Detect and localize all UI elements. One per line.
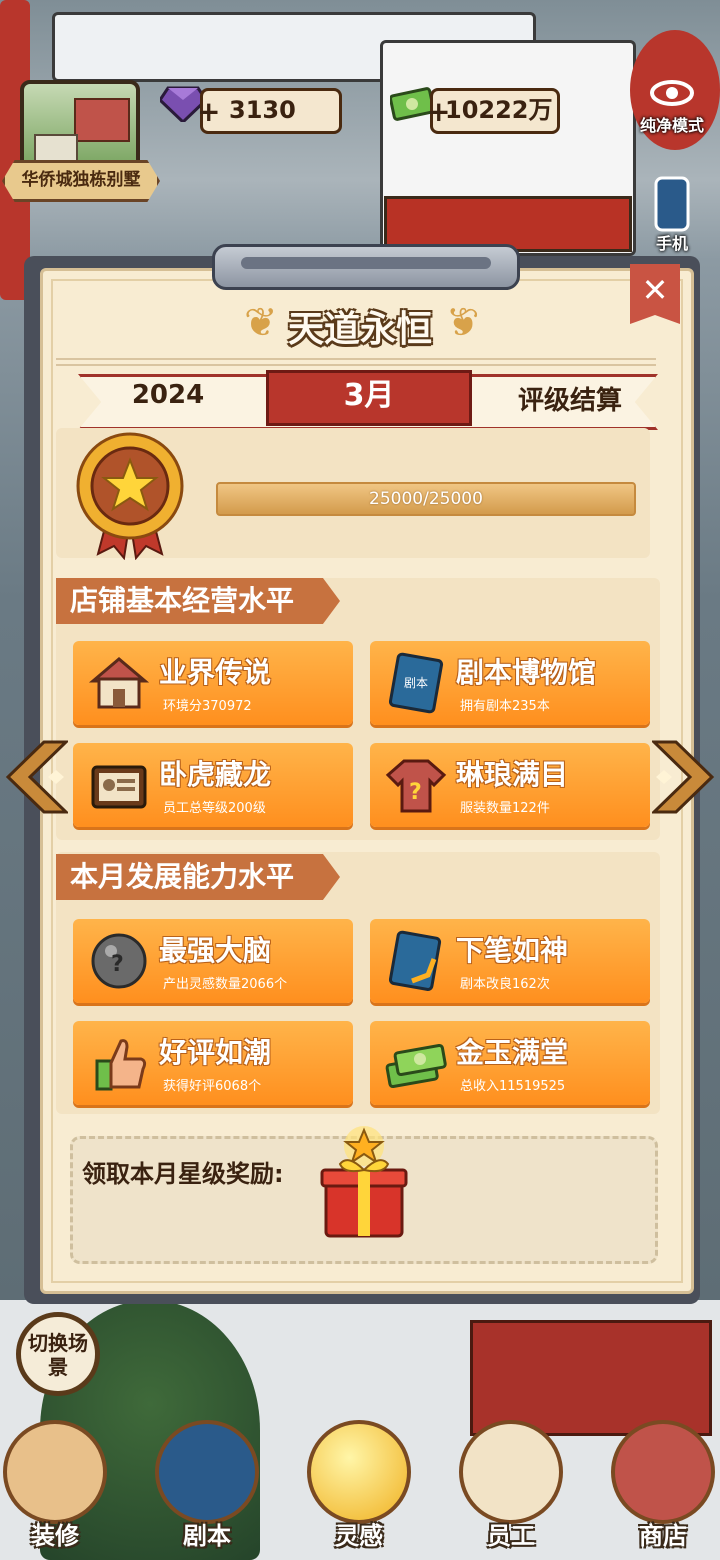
staff-button[interactable]: 员工 [456, 1420, 566, 1550]
pure-mode-button[interactable]: 纯净模式 [630, 78, 714, 136]
script-upgrade-icon [388, 930, 442, 991]
next-arrow-icon[interactable] [652, 740, 716, 814]
thumbs-up-icon [95, 1039, 147, 1091]
achievement-card[interactable]: ? 琳琅满目 服装数量122件 [370, 743, 650, 827]
section-monthly-development-title: 本月发展能力水平 [56, 854, 340, 900]
achievement-name: 业界传说 [159, 656, 272, 689]
store-icon [611, 1420, 715, 1524]
divider [56, 364, 656, 366]
divider [56, 358, 656, 360]
close-button[interactable]: ✕ [630, 264, 680, 324]
script-label: 剧本 [183, 1522, 231, 1550]
script-book-icon: 剧本 [388, 652, 444, 714]
rating-progress-bar: 25000/25000 [216, 482, 636, 516]
gem-counter[interactable]: + 3130 [197, 88, 342, 134]
achievement-detail: 拥有剧本235本 [460, 699, 550, 714]
phone-label: 手机 [655, 234, 688, 253]
gift-box-icon[interactable] [318, 1124, 410, 1244]
achievement-name: 好评如潮 [159, 1036, 272, 1069]
phone-button[interactable]: 手机 [630, 176, 714, 254]
achievement-card[interactable]: 业界传说 环境分370972 [73, 641, 353, 725]
decorate-button[interactable]: 装修 [0, 1420, 110, 1550]
achievement-detail: 环境分370972 [163, 699, 252, 714]
staff-label: 员工 [487, 1522, 535, 1550]
add-gems-button[interactable]: + [197, 98, 221, 126]
achievement-name: 卧虎藏龙 [159, 758, 272, 791]
month-label: 3月 [266, 370, 472, 426]
achievement-card[interactable]: 下笔如神 剧本改良162次 [370, 919, 650, 1003]
money-stack-icon [385, 1043, 447, 1089]
shop-icon [88, 657, 150, 709]
previous-arrow-icon[interactable] [4, 740, 68, 814]
clipboard-clip [212, 244, 520, 290]
achievement-name: 下笔如神 [456, 934, 569, 967]
achievement-detail: 服装数量122件 [460, 801, 550, 816]
script-book-icon [155, 1420, 259, 1524]
house-icon [3, 1420, 107, 1524]
villa-roof [74, 98, 130, 142]
script-button[interactable]: 剧本 [152, 1420, 262, 1550]
achievement-card[interactable]: 金玉满堂 总收入11519525 [370, 1021, 650, 1105]
cash-amount: 10222万 [445, 96, 553, 124]
svg-text:?: ? [111, 952, 124, 977]
gem-amount: 3130 [229, 96, 296, 124]
achievement-card[interactable]: 剧本 剧本博物馆 拥有剧本235本 [370, 641, 650, 725]
shop-label: 商店 [639, 1522, 687, 1550]
id-badge-icon [91, 765, 147, 809]
book-label: 剧本 [404, 676, 428, 690]
switch-scene-button[interactable]: 切换场景 [16, 1312, 100, 1396]
star-medal-icon [76, 432, 184, 560]
achievement-detail: 总收入11519525 [460, 1079, 566, 1094]
location-name-banner[interactable]: 华侨城独栋别墅 [2, 160, 160, 202]
achievement-detail: 获得好评6068个 [163, 1079, 262, 1094]
shop-button[interactable]: 商店 [608, 1420, 718, 1550]
achievement-card[interactable]: ? 最强大脑 产出灵感数量2066个 [73, 919, 353, 1003]
shop-counter [470, 1320, 712, 1436]
svg-text:?: ? [409, 780, 422, 805]
achievement-name: 金玉满堂 [456, 1036, 569, 1069]
achievement-name: 最强大脑 [159, 934, 272, 967]
right-laurel-icon: ❦ [446, 300, 480, 346]
eye-icon [650, 80, 694, 106]
inspiration-label: 灵感 [335, 1522, 383, 1550]
achievement-name: 剧本博物馆 [456, 656, 597, 689]
achievement-detail: 员工总等级200级 [163, 801, 266, 816]
decorate-label: 装修 [31, 1522, 79, 1550]
achievement-card[interactable]: 好评如潮 获得好评6068个 [73, 1021, 353, 1105]
achievement-detail: 产出灵感数量2066个 [163, 977, 288, 992]
section-basic-operation-title: 店铺基本经营水平 [56, 578, 340, 624]
dialog-title: 天道永恒 [287, 309, 432, 350]
settlement-label: 评级结算 [517, 386, 622, 416]
pure-mode-label: 纯净模式 [639, 116, 704, 135]
cash-counter[interactable]: + 10222万 [427, 88, 560, 134]
lightbulb-icon [307, 1420, 411, 1524]
shirt-icon: ? [385, 759, 447, 813]
rating-progress-text: 25000/25000 [369, 489, 483, 509]
phone-icon [654, 176, 690, 232]
year-label: 2024 [131, 380, 205, 410]
inspiration-button[interactable]: 灵感 [304, 1420, 414, 1550]
id-badge-icon [459, 1420, 563, 1524]
achievement-name: 琳琅满目 [456, 758, 569, 791]
monthly-reward-label: 领取本月星级奖励: [82, 1160, 284, 1188]
achievement-card[interactable]: 卧虎藏龙 员工总等级200级 [73, 743, 353, 827]
inspiration-orb-icon: ? [91, 933, 147, 989]
achievement-detail: 剧本改良162次 [460, 977, 550, 992]
